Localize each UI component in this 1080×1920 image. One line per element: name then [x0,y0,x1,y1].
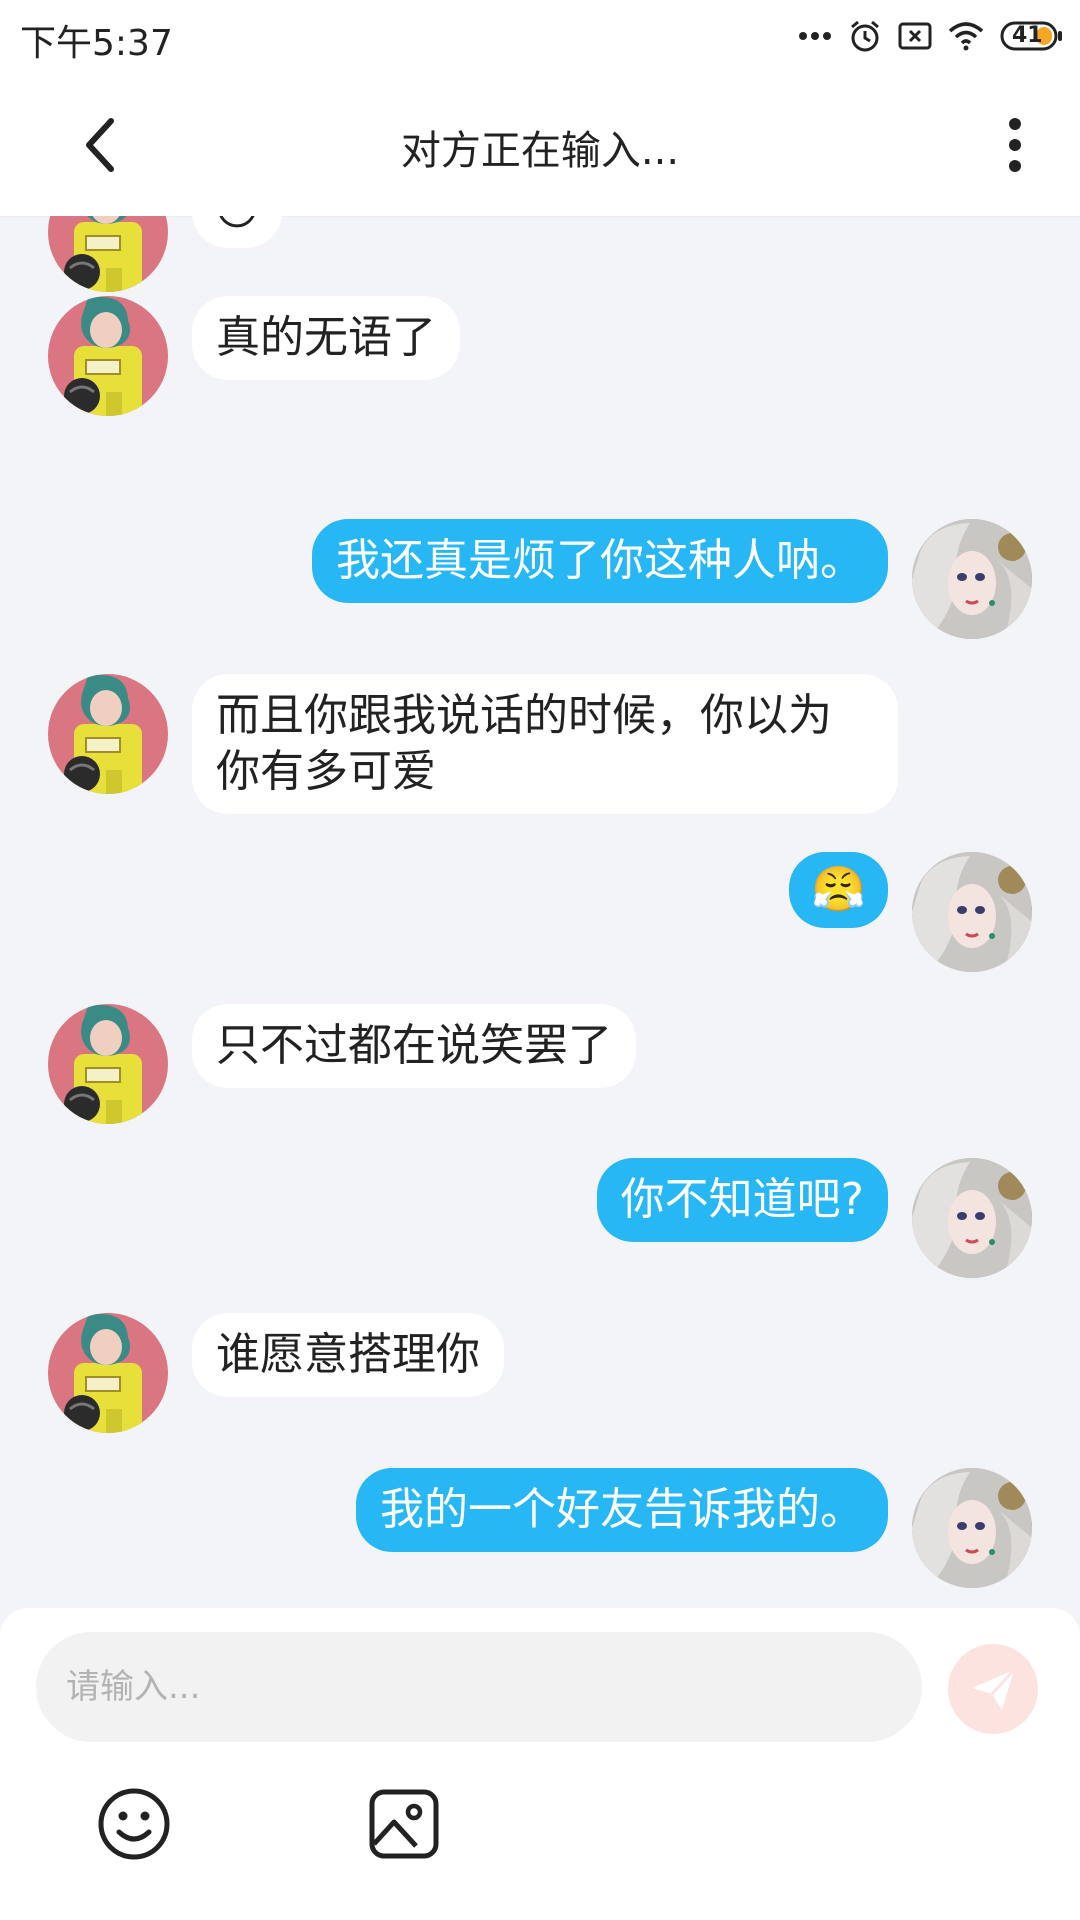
sim-off-icon [898,22,932,50]
message-bubble-sent[interactable]: 你不知道吧? [596,1158,888,1242]
more-options-button[interactable] [990,110,1040,180]
vertical-dots-icon [1009,118,1021,172]
emoji-button[interactable] [96,1786,172,1862]
message-bubble-sent[interactable]: 😤 [789,852,888,928]
status-time: 下午5:37 [20,23,173,64]
message-bubble-received[interactable]: 谁愿意搭理你 [192,1313,504,1397]
avatar-self[interactable] [912,1158,1032,1278]
avatar-contact[interactable] [48,1313,168,1433]
avatar-contact[interactable] [48,296,168,416]
message-bubble-sent[interactable]: 我还真是烦了你这种人呐。 [312,519,888,603]
chat-message-list[interactable]: 😒 真的无语了 我还真是烦了你这种人呐。 而且你跟我说话的时候，你以为你有多可爱… [0,216,1080,1608]
composer-panel [0,1608,1080,1920]
status-icons: 41 [798,16,1064,56]
more-dots-icon [798,31,832,41]
message-bubble-sent[interactable]: 我的一个好友告诉我的。 [356,1468,888,1552]
emoji-unamused: 😒 [214,216,260,235]
send-button[interactable] [948,1644,1038,1734]
image-button[interactable] [366,1786,442,1862]
image-icon [369,1789,439,1859]
wifi-icon [948,21,984,51]
status-bar: 下午5:37 41 [0,0,1080,74]
battery-icon: 41 [1000,21,1064,51]
avatar-contact[interactable] [48,674,168,794]
battery-level: 41 [1012,23,1043,48]
message-bubble-received[interactable]: 😒 [192,216,282,248]
message-bubble-received[interactable]: 真的无语了 [192,296,460,380]
message-bubble-received[interactable]: 而且你跟我说话的时候，你以为你有多可爱 [192,674,898,814]
message-input[interactable] [36,1632,922,1742]
emoji-angry: 😤 [811,864,866,915]
avatar-self[interactable] [912,1468,1032,1588]
avatar-self[interactable] [912,852,1032,972]
smiley-icon [98,1788,170,1860]
alarm-icon [848,19,882,53]
avatar-contact[interactable] [48,216,168,292]
avatar-contact[interactable] [48,1004,168,1124]
chat-title: 对方正在输入... [400,128,680,174]
paper-plane-icon [972,1668,1016,1710]
message-bubble-received[interactable]: 只不过都在说笑罢了 [192,1004,636,1088]
chat-header: 对方正在输入... [0,74,1080,217]
avatar-self[interactable] [912,519,1032,639]
